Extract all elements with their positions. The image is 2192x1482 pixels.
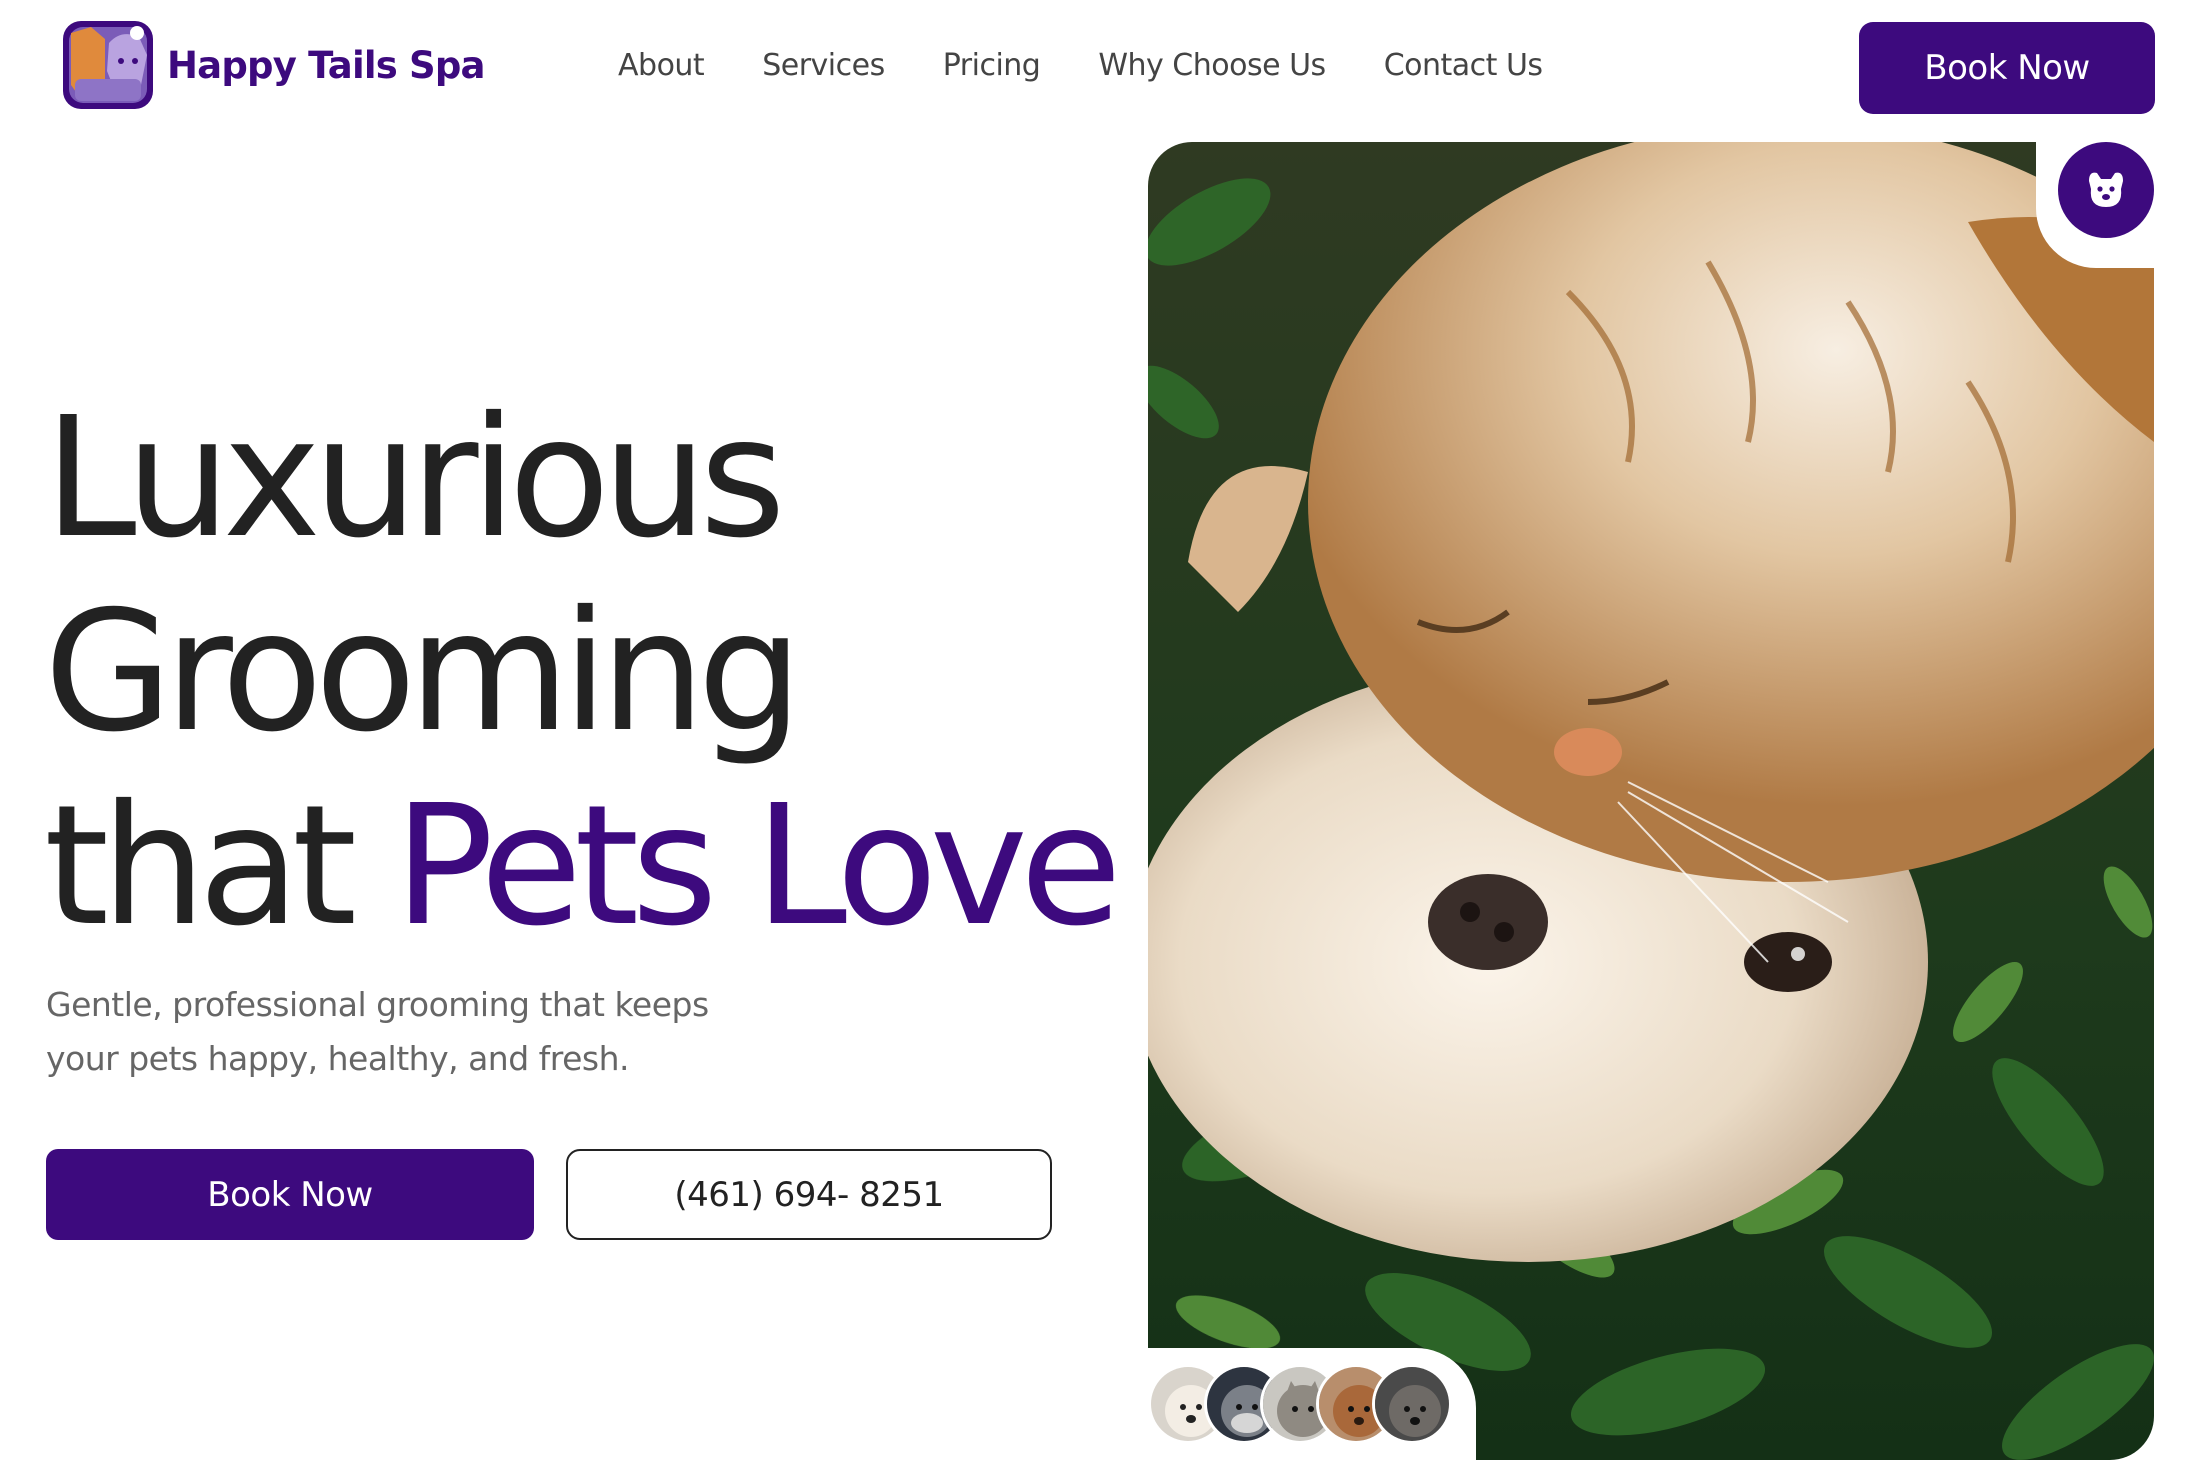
dog-face-icon[interactable] <box>2058 142 2154 238</box>
headline-line-3-plain: that <box>44 770 357 963</box>
hero-subtitle: Gentle, professional grooming that keeps… <box>46 985 709 1078</box>
nav-pricing[interactable]: Pricing <box>943 48 1041 83</box>
nav-contact-us[interactable]: Contact Us <box>1384 48 1543 83</box>
pet-avatar-stack <box>1148 1364 1452 1444</box>
brand-logo[interactable]: Happy Tails Spa <box>61 19 486 111</box>
phone-button[interactable]: (461) 694- 8251 <box>566 1149 1052 1240</box>
avatar <box>1372 1364 1452 1444</box>
header-book-now-button[interactable]: Book Now <box>1859 22 2155 114</box>
nav-about[interactable]: About <box>618 48 705 83</box>
brand-name: Happy Tails Spa <box>167 43 486 87</box>
hero-headline: Luxurious Grooming that Pets Love <box>44 382 1122 964</box>
cat-and-dog-logo-icon <box>61 19 155 111</box>
headline-accent: Pets Love <box>393 770 1122 963</box>
nav-services[interactable]: Services <box>762 48 885 83</box>
headline-line-2: Grooming <box>44 576 803 769</box>
headline-line-1: Luxurious <box>44 382 786 575</box>
nav-why-choose-us[interactable]: Why Choose Us <box>1098 48 1326 83</box>
main-nav: About Services Pricing Why Choose Us Con… <box>618 48 1543 83</box>
hero-image-cat-and-dog <box>1148 142 2154 1460</box>
hero-book-now-button[interactable]: Book Now <box>46 1149 534 1240</box>
